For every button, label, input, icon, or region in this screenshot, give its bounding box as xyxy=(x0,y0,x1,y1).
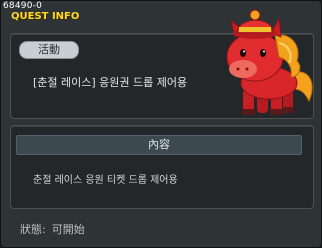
description-header: 內容 xyxy=(16,135,302,155)
quest-description-panel: 內容 춘절 레이스 응원 티켓 드롭 제어용 xyxy=(10,125,314,209)
red-horse-mascot-icon xyxy=(213,3,319,121)
window-title: QUEST INFO xyxy=(11,11,80,22)
quest-status: 狀態: 可開始 xyxy=(20,221,91,237)
quest-category-tag: 活動 xyxy=(19,41,79,59)
status-label: 狀態: xyxy=(20,223,46,236)
quest-title: [춘절 레이스] 응원권 드롭 제어용 xyxy=(33,76,188,89)
quest-info-window: 68490-0 QUEST INFO 活動 [춘절 레이스] 응원권 드롭 제어… xyxy=(0,0,322,248)
quest-description: 춘절 레이스 응원 티켓 드롭 제어용 xyxy=(33,175,178,186)
status-value: 可開始 xyxy=(51,223,85,236)
quest-id: 68490-0 xyxy=(3,1,43,11)
